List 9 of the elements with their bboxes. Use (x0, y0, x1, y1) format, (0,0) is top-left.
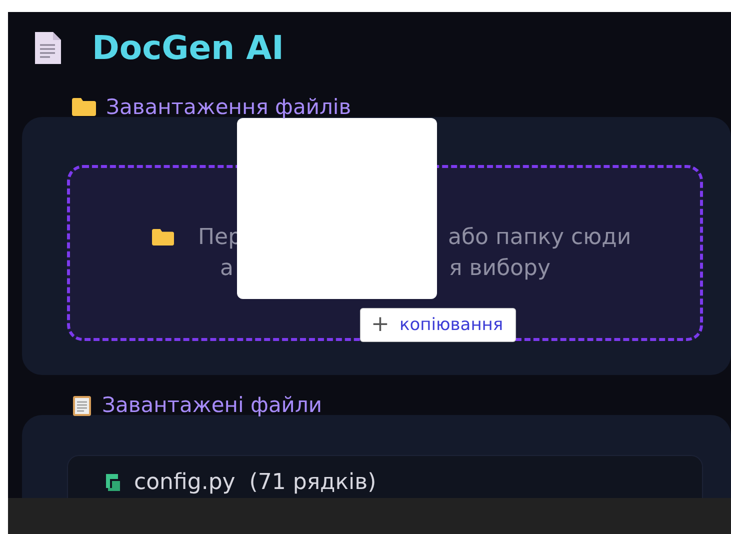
drop-hint-text: я вибору (449, 256, 551, 281)
section-title: Завантажені файли (102, 393, 322, 417)
section-title: Завантаження файлів (106, 95, 352, 119)
drop-hint-text: або папку сюди (448, 225, 632, 250)
drop-hint-text: а (220, 256, 234, 281)
plus-sign: + (371, 314, 390, 336)
copy-label: копіювання (399, 315, 504, 335)
file-name: config.py (71 рядків) (134, 470, 376, 495)
app-title: DocGen AI (92, 28, 284, 67)
